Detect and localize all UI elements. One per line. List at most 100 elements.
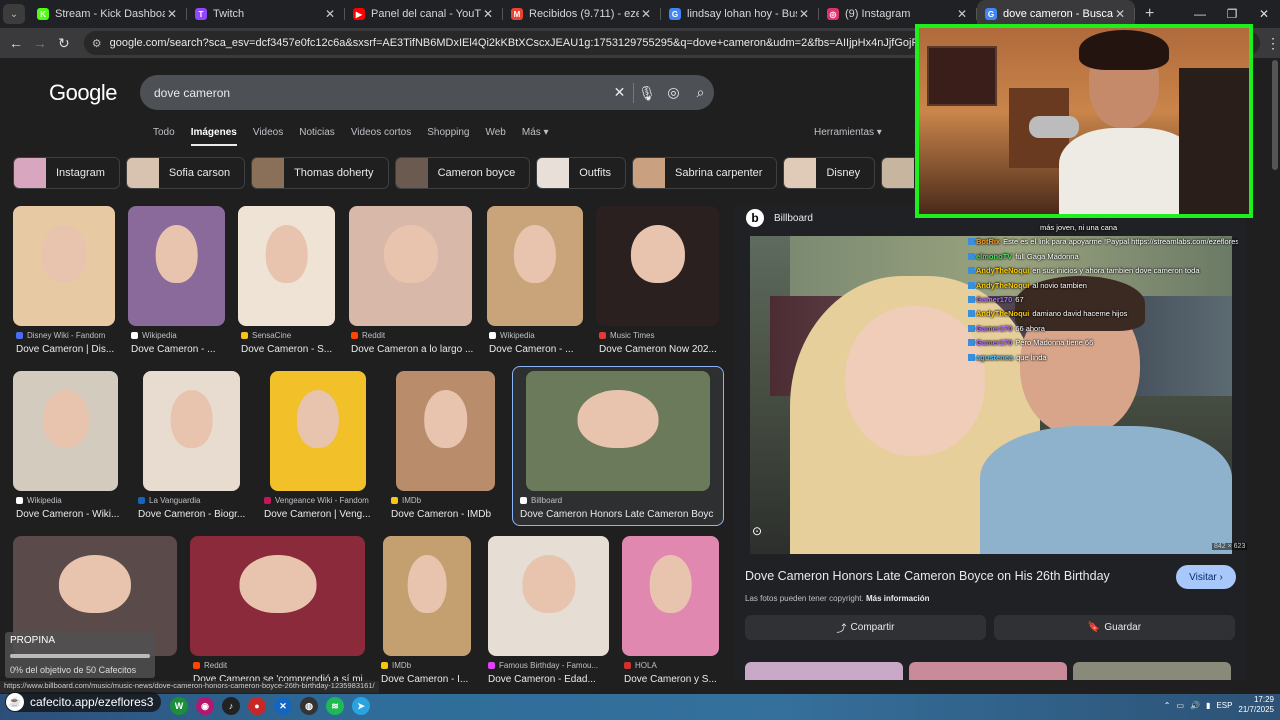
language-indicator[interactable]: ESP bbox=[1216, 701, 1232, 710]
related-image[interactable] bbox=[909, 662, 1067, 680]
preview-title[interactable]: Dove Cameron Honors Late Cameron Boyce o… bbox=[745, 569, 1110, 583]
result-caption[interactable]: Dove Cameron - S... bbox=[241, 344, 332, 355]
refinement-chip[interactable]: Thomas doherty bbox=[251, 157, 389, 189]
search-tab[interactable]: Noticias bbox=[299, 127, 335, 146]
refinement-chip[interactable]: Sofia carson bbox=[125, 157, 246, 189]
refinement-chip[interactable]: Sabrina carpenter bbox=[632, 157, 778, 189]
result-source[interactable]: Billboard bbox=[520, 496, 562, 505]
close-tab-icon[interactable]: ✕ bbox=[1113, 7, 1127, 21]
more-info-link[interactable]: Más información bbox=[866, 594, 930, 603]
result-source[interactable]: Reddit bbox=[351, 331, 385, 340]
result-caption[interactable]: Dove Cameron - Wiki... bbox=[16, 509, 119, 520]
result-source[interactable]: Wikipedia bbox=[489, 331, 535, 340]
browser-tab[interactable]: M Recibidos (9.711) - ezeflores47@✕ bbox=[503, 0, 661, 28]
close-tab-icon[interactable]: ✕ bbox=[955, 7, 969, 21]
result-thumbnail[interactable] bbox=[488, 536, 609, 656]
result-thumbnail[interactable] bbox=[13, 371, 118, 491]
browser-tab[interactable]: Glindsay lohan hoy - Buscar con G✕ bbox=[661, 0, 819, 28]
close-tab-icon[interactable]: ✕ bbox=[797, 7, 811, 21]
search-box[interactable]: dove cameron ✕ 🎙 ◎ ⌕ bbox=[140, 75, 714, 110]
result-thumbnail[interactable] bbox=[349, 206, 472, 326]
spotify-icon[interactable]: ≋ bbox=[326, 697, 344, 715]
clock[interactable]: 17:29 21/7/2025 bbox=[1238, 695, 1274, 715]
search-tab[interactable]: Videos bbox=[253, 127, 283, 146]
search-tab[interactable]: Todo bbox=[153, 127, 175, 146]
related-image[interactable] bbox=[1073, 662, 1231, 680]
close-tab-icon[interactable]: ✕ bbox=[323, 7, 337, 21]
result-caption[interactable]: Dove Cameron a lo largo ... bbox=[351, 344, 473, 355]
page-scrollbar[interactable] bbox=[1272, 60, 1278, 170]
result-source[interactable]: La Vanguardia bbox=[138, 496, 200, 505]
result-caption[interactable]: Dove Cameron | Dis... bbox=[16, 344, 114, 355]
result-thumbnail[interactable] bbox=[143, 371, 240, 491]
obs-icon[interactable]: ◍ bbox=[300, 697, 318, 715]
result-thumbnail[interactable] bbox=[128, 206, 225, 326]
result-thumbnail[interactable] bbox=[596, 206, 719, 326]
result-caption[interactable]: Dove Cameron - I... bbox=[381, 674, 468, 685]
result-thumbnail[interactable] bbox=[270, 371, 366, 491]
result-thumbnail[interactable] bbox=[190, 536, 365, 656]
refinement-chip[interactable]: Instagram bbox=[13, 157, 120, 189]
search-submit-icon[interactable]: ⌕ bbox=[687, 84, 714, 101]
result-caption[interactable]: Dove Cameron - Biogr... bbox=[138, 509, 245, 520]
result-thumbnail[interactable] bbox=[526, 371, 710, 491]
volume-icon[interactable]: 🔊 bbox=[1190, 701, 1200, 710]
search-tab[interactable]: Más ▾ bbox=[522, 127, 549, 146]
result-source[interactable]: Famous Birthday - Famou... bbox=[488, 661, 598, 670]
telegram-icon[interactable]: ➤ bbox=[352, 697, 370, 715]
result-thumbnail[interactable] bbox=[487, 206, 583, 326]
browser-tab[interactable]: ▶ Panel del canal - YouTube Studio✕ bbox=[345, 0, 503, 28]
refinement-chip[interactable]: Disney bbox=[783, 157, 876, 189]
reload-button[interactable]: ↻ bbox=[52, 35, 76, 52]
result-source[interactable]: HOLA bbox=[624, 661, 657, 670]
result-thumbnail[interactable] bbox=[383, 536, 471, 656]
tiktok-icon[interactable]: ♪ bbox=[222, 697, 240, 715]
close-tab-icon[interactable]: ✕ bbox=[165, 7, 179, 21]
tab-search-button[interactable]: ⌄ bbox=[3, 4, 25, 24]
result-source[interactable]: Wikipedia bbox=[16, 496, 62, 505]
search-tab[interactable]: Videos cortos bbox=[351, 127, 411, 146]
result-caption[interactable]: Dove Cameron | Veng... bbox=[264, 509, 370, 520]
clear-search-icon[interactable]: ✕ bbox=[606, 84, 633, 101]
result-source[interactable]: Wikipedia bbox=[131, 331, 177, 340]
result-thumbnail[interactable] bbox=[622, 536, 719, 656]
result-thumbnail[interactable] bbox=[396, 371, 495, 491]
close-tab-icon[interactable]: ✕ bbox=[639, 7, 653, 21]
result-source[interactable]: IMDb bbox=[381, 661, 411, 670]
lens-icon[interactable]: ⊙ bbox=[749, 524, 765, 540]
result-source[interactable]: Disney Wiki - Fandom bbox=[16, 331, 105, 340]
browser-tab[interactable]: T Twitch ✕ bbox=[187, 0, 345, 28]
whatsapp-icon[interactable]: W bbox=[170, 697, 188, 715]
result-source[interactable]: Reddit bbox=[193, 661, 227, 670]
result-thumbnail[interactable] bbox=[13, 206, 115, 326]
browser-tab[interactable]: K Stream - Kick Dashboard✕ bbox=[29, 0, 187, 28]
visit-button[interactable]: Visitar › bbox=[1176, 565, 1236, 589]
battery-icon[interactable]: ▮ bbox=[1206, 701, 1210, 710]
result-caption[interactable]: Dove Cameron - ... bbox=[131, 344, 215, 355]
forward-button[interactable]: → bbox=[28, 35, 52, 51]
app-icon[interactable]: ● bbox=[248, 697, 266, 715]
preview-source[interactable]: Billboard bbox=[774, 213, 813, 224]
back-button[interactable]: ← bbox=[4, 35, 28, 51]
result-caption[interactable]: Dove Cameron Now 202... bbox=[599, 344, 717, 355]
tools-button[interactable]: Herramientas ▾ bbox=[814, 127, 882, 138]
related-image[interactable] bbox=[745, 662, 903, 680]
search-tab[interactable]: Imágenes bbox=[190, 127, 237, 146]
result-source[interactable]: Vengeance Wiki - Fandom bbox=[264, 496, 369, 505]
app-icon[interactable]: ◉ bbox=[196, 697, 214, 715]
chevron-up-icon[interactable]: ⌃ bbox=[1164, 701, 1171, 710]
voice-search-icon[interactable]: 🎙 bbox=[633, 82, 660, 103]
browser-menu-icon[interactable]: ⋮ bbox=[1266, 35, 1280, 52]
refinement-chip[interactable]: Outfits bbox=[536, 157, 627, 189]
search-input[interactable]: dove cameron bbox=[154, 86, 606, 100]
refinement-chip[interactable]: Cameron boyce bbox=[394, 157, 531, 189]
site-info-icon[interactable]: ⚙ bbox=[92, 37, 102, 50]
search-tab[interactable]: Web bbox=[485, 127, 505, 146]
result-source[interactable]: Music Times bbox=[599, 331, 654, 340]
new-tab-button[interactable]: + bbox=[1145, 5, 1154, 23]
result-caption[interactable]: Dove Cameron - ... bbox=[489, 344, 573, 355]
share-button[interactable]: ⤴ Compartir bbox=[745, 615, 986, 640]
network-icon[interactable]: ▭ bbox=[1176, 701, 1184, 710]
result-caption[interactable]: Dove Cameron Honors Late Cameron Boyc... bbox=[520, 509, 714, 520]
google-logo[interactable]: Google bbox=[49, 80, 117, 106]
